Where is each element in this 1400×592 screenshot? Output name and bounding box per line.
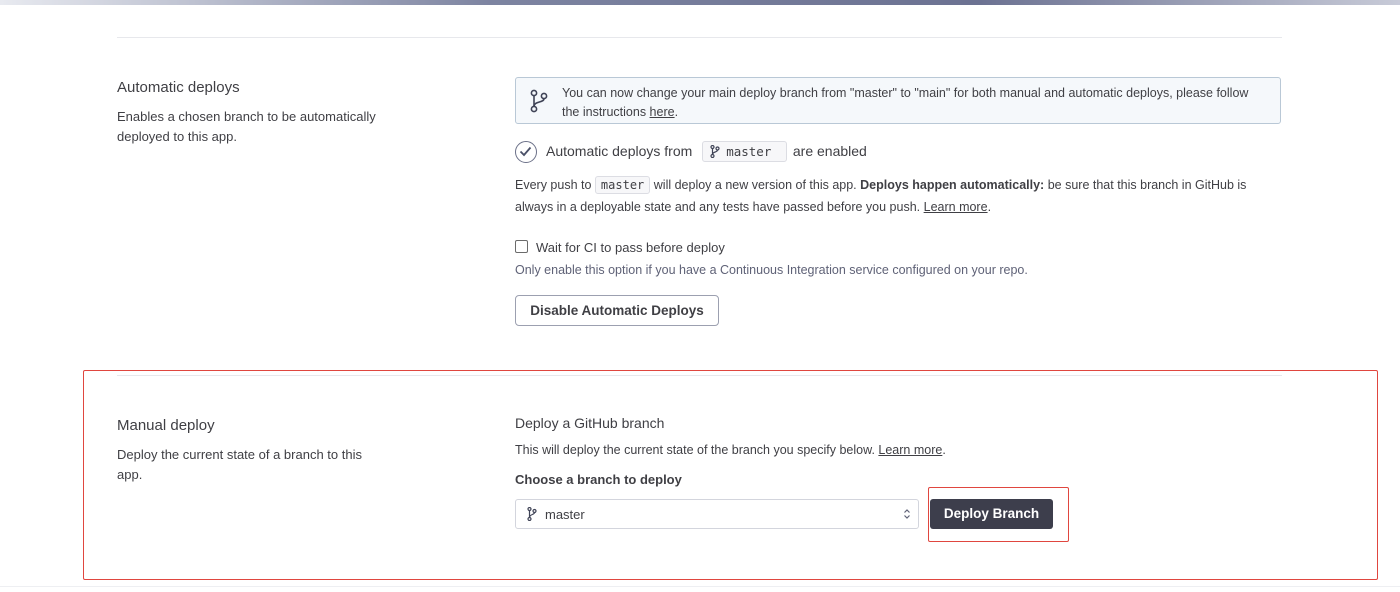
status-branch-name: master (726, 144, 772, 159)
manual-info-end: . (942, 443, 946, 457)
wait-for-ci-label[interactable]: Wait for CI to pass before deploy (536, 240, 725, 255)
section-divider (117, 37, 1282, 38)
status-suffix: are enabled (792, 143, 867, 159)
info-branch-code: master (594, 176, 651, 194)
manual-info-text: This will deploy the current state of th… (515, 443, 875, 457)
status-branch-badge: master (702, 141, 787, 162)
manual-deploy-info: This will deploy the current state of th… (515, 439, 946, 461)
disable-automatic-deploys-button[interactable]: Disable Automatic Deploys (515, 295, 719, 326)
manual-learn-more-link[interactable]: Learn more (878, 443, 942, 457)
info-part2: will deploy a new version of this app. (653, 178, 857, 192)
automatic-deploys-title: Automatic deploys (117, 79, 240, 96)
auto-deploy-status: Automatic deploys from master are enable… (546, 141, 867, 162)
main-branch-notice: You can now change your main deploy bran… (515, 77, 1281, 124)
branch-select[interactable]: master (515, 499, 919, 529)
wait-for-ci-checkbox[interactable] (515, 240, 528, 253)
git-branch-icon (710, 144, 720, 161)
notice-text: You can now change your main deploy bran… (562, 84, 1267, 122)
selected-branch: master (545, 507, 585, 522)
status-prefix: Automatic deploys from (546, 143, 693, 159)
automatic-deploys-description: Enables a chosen branch to be automatica… (117, 109, 376, 144)
auto-deploy-info: Every push to master will deploy a new v… (515, 174, 1285, 218)
info-part1: Every push to (515, 178, 592, 192)
git-branch-icon (527, 506, 537, 526)
check-circle-icon (515, 141, 537, 163)
deploy-branch-button[interactable]: Deploy Branch (930, 499, 1053, 529)
choose-branch-label: Choose a branch to deploy (515, 472, 682, 487)
top-accent-bar (0, 0, 1400, 5)
info-bold: Deploys happen automatically: (860, 178, 1045, 192)
section-divider (117, 375, 1282, 376)
bottom-divider (0, 586, 1400, 587)
info-end: . (987, 200, 992, 214)
notice-text-end: . (674, 105, 679, 119)
learn-more-link[interactable]: Learn more (924, 200, 988, 214)
deploy-github-branch-subtitle: Deploy a GitHub branch (515, 415, 665, 431)
manual-deploy-description: Deploy the current state of a branch to … (117, 447, 362, 482)
manual-deploy-title: Manual deploy (117, 417, 215, 434)
notice-here-link[interactable]: here (650, 105, 675, 119)
wait-for-ci-help: Only enable this option if you have a Co… (515, 263, 1028, 277)
git-branch-icon (529, 89, 549, 113)
select-arrows-icon (902, 506, 912, 527)
